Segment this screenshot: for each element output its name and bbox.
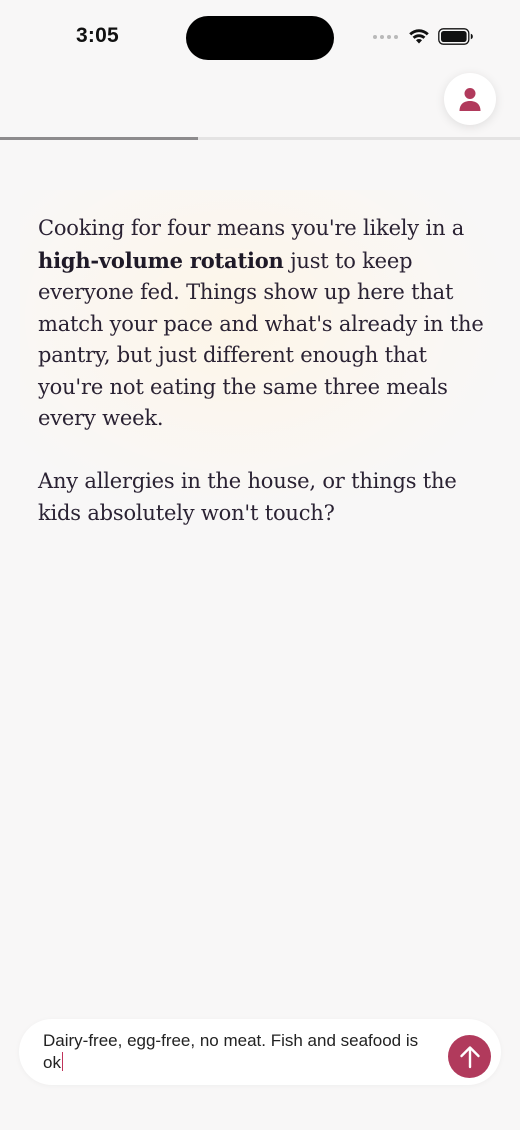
progress-fill	[0, 137, 198, 140]
dynamic-island	[186, 16, 334, 60]
message-text-bold: high-volume rotation	[38, 247, 284, 273]
person-icon	[459, 88, 481, 111]
signal-dots-icon	[373, 34, 398, 39]
profile-button[interactable]	[444, 73, 496, 125]
message-paragraph-1: Cooking for four means you're likely in …	[38, 213, 488, 435]
arrow-up-icon	[459, 1045, 480, 1068]
battery-icon	[438, 28, 473, 45]
message-input[interactable]: Dairy-free, egg-free, no meat. Fish and …	[43, 1030, 423, 1074]
progress-bar	[0, 137, 520, 140]
message-text-before: Cooking for four means you're likely in …	[38, 216, 465, 240]
message-input-value: Dairy-free, egg-free, no meat. Fish and …	[43, 1031, 423, 1072]
text-caret	[61, 1052, 64, 1071]
status-icons	[373, 28, 474, 45]
send-button[interactable]	[448, 1035, 491, 1078]
message-paragraph-2: Any allergies in the house, or things th…	[38, 469, 457, 525]
message-composer[interactable]: Dairy-free, egg-free, no meat. Fish and …	[19, 1019, 501, 1085]
wifi-icon	[409, 29, 429, 44]
status-time: 3:05	[76, 24, 119, 47]
status-bar: 3:05	[0, 0, 520, 76]
assistant-message: Cooking for four means you're likely in …	[38, 213, 488, 529]
message-text-after: just to keep everyone fed. Things show u…	[38, 248, 484, 431]
